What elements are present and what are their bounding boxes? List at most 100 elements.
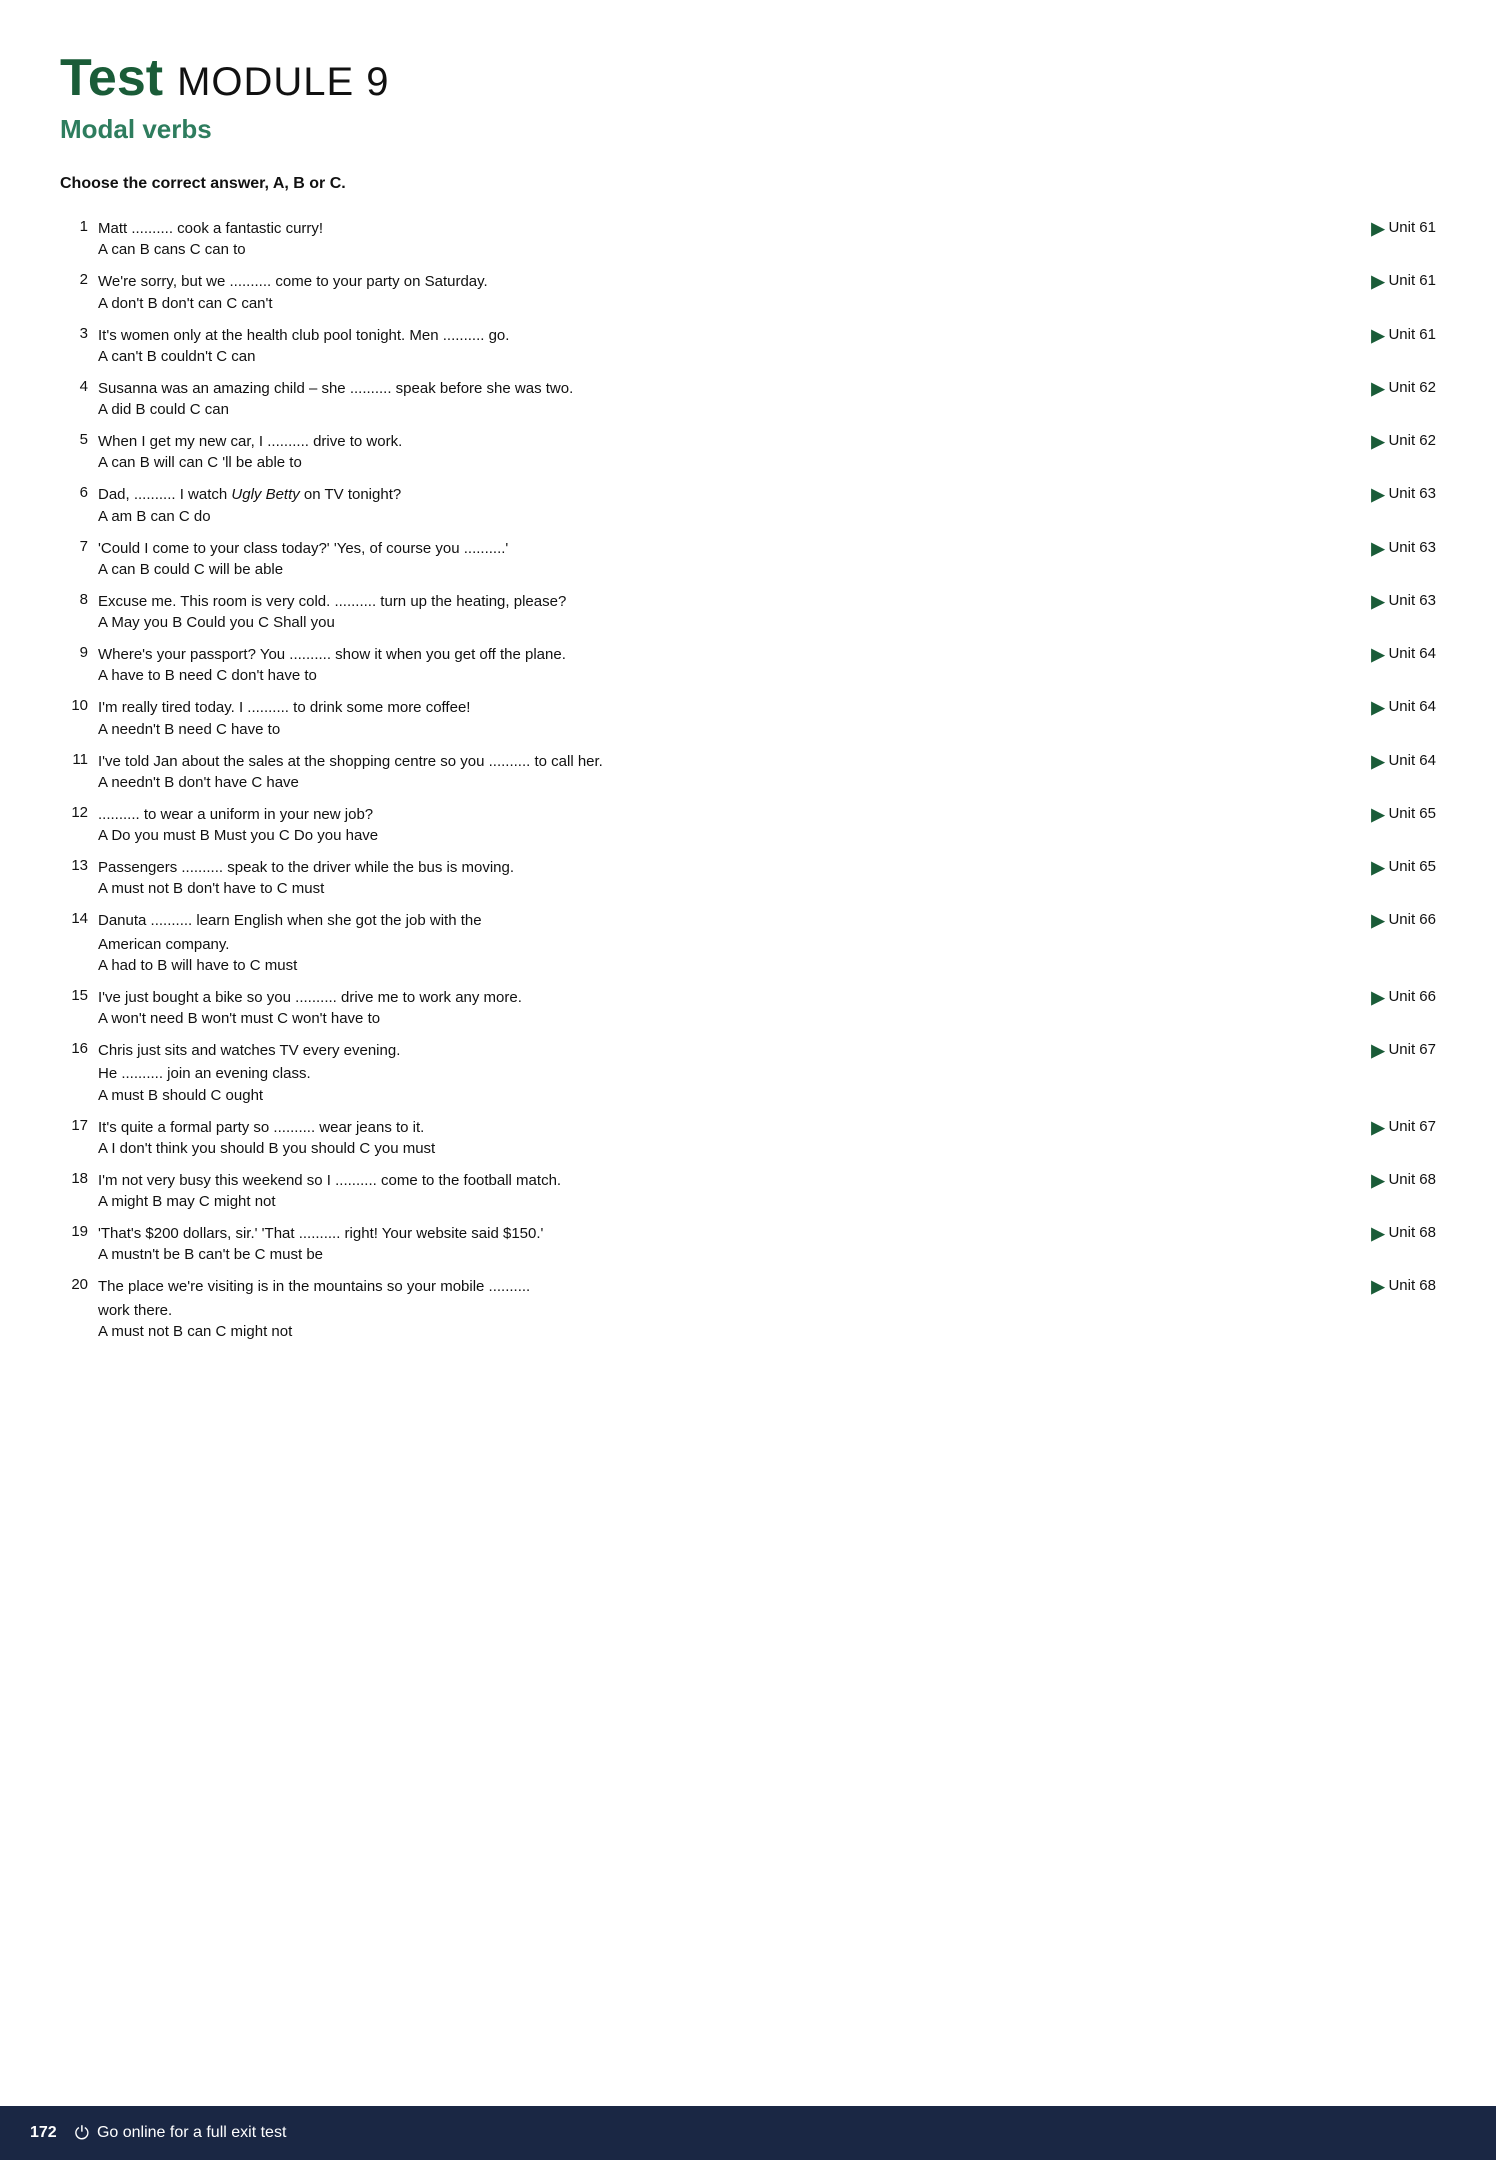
question-number: 8	[60, 590, 88, 637]
question-main-text: Susanna was an amazing child – she .....…	[98, 377, 1271, 400]
question-content: It's quite a formal party so .......... …	[98, 1116, 1271, 1163]
question-number: 13	[60, 856, 88, 903]
arrow-icon: ▶	[1371, 1171, 1384, 1191]
footer-bar: 172 ⏻ Go online for a full exit test	[0, 2106, 1496, 2160]
question-left: 17It's quite a formal party so .........…	[60, 1116, 1271, 1163]
question-content: When I get my new car, I .......... driv…	[98, 430, 1271, 477]
question-main-text: The place we're visiting is in the mount…	[98, 1275, 1271, 1322]
question-block: 4 Susanna was an amazing child – she ....…	[60, 375, 1436, 426]
question-unit-ref: ▶Unit 62	[1271, 430, 1436, 452]
question-block: 3 It's women only at the health club pool…	[60, 322, 1436, 373]
question-main-text: It's women only at the health club pool …	[98, 324, 1271, 347]
question-left: 8 Excuse me. This room is very cold. ....…	[60, 590, 1271, 637]
question-content: 'Could I come to your class today?' 'Yes…	[98, 537, 1271, 584]
question-left: 19'That's $200 dollars, sir.' 'That ....…	[60, 1222, 1271, 1269]
question-main-text: Chris just sits and watches TV every eve…	[98, 1039, 1271, 1086]
question-unit-ref: ▶Unit 68	[1271, 1222, 1436, 1244]
question-number: 14	[60, 909, 88, 980]
question-number: 17	[60, 1116, 88, 1163]
question-main-text: I've just bought a bike so you .........…	[98, 986, 1271, 1009]
question-number: 3	[60, 324, 88, 371]
question-left: 20The place we're visiting is in the mou…	[60, 1275, 1271, 1346]
unit-label: Unit 63	[1388, 485, 1436, 502]
unit-label: Unit 65	[1388, 858, 1436, 875]
instruction: Choose the correct answer, A, B or C.	[60, 175, 1436, 193]
question-block: 2We're sorry, but we .......... come to …	[60, 268, 1436, 319]
question-options: A May you B Could you C Shall you	[98, 614, 1271, 631]
question-left: 1Matt .......... cook a fantastic curry!…	[60, 217, 1271, 264]
question-options: A can B will can C 'll be able to	[98, 454, 1271, 471]
arrow-icon: ▶	[1371, 485, 1384, 505]
arrow-icon: ▶	[1371, 1224, 1384, 1244]
question-number: 11	[60, 750, 88, 797]
question-options: A I don't think you should B you should …	[98, 1140, 1271, 1157]
question-block: 6Dad, .......... I watch Ugly Betty on T…	[60, 481, 1436, 532]
question-options: A can't B couldn't C can	[98, 348, 1271, 365]
power-icon: ⏻	[75, 2123, 89, 2144]
question-left: 2We're sorry, but we .......... come to …	[60, 270, 1271, 317]
arrow-icon: ▶	[1371, 645, 1384, 665]
question-left: 14Danuta .......... learn English when s…	[60, 909, 1271, 980]
question-unit-ref: ▶Unit 66	[1271, 986, 1436, 1008]
question-content: I'm really tired today. I .......... to …	[98, 696, 1271, 743]
question-block: 19'That's $200 dollars, sir.' 'That ....…	[60, 1220, 1436, 1271]
question-options: A must B should C ought	[98, 1087, 1271, 1104]
unit-label: Unit 65	[1388, 805, 1436, 822]
question-block: 7 'Could I come to your class today?' 'Ye…	[60, 535, 1436, 586]
question-block: 8 Excuse me. This room is very cold. ....…	[60, 588, 1436, 639]
question-left: 4 Susanna was an amazing child – she ....…	[60, 377, 1271, 424]
question-number: 7	[60, 537, 88, 584]
question-unit-ref: ▶Unit 68	[1271, 1169, 1436, 1191]
unit-label: Unit 64	[1388, 752, 1436, 769]
unit-label: Unit 68	[1388, 1171, 1436, 1188]
question-options: A must not B don't have to C must	[98, 880, 1271, 897]
unit-label: Unit 64	[1388, 645, 1436, 662]
arrow-icon: ▶	[1371, 272, 1384, 292]
unit-label: Unit 63	[1388, 592, 1436, 609]
question-content: Dad, .......... I watch Ugly Betty on TV…	[98, 483, 1271, 530]
question-options: A must not B can C might not	[98, 1323, 1271, 1340]
question-left: 10I'm really tired today. I .......... t…	[60, 696, 1271, 743]
question-left: 16Chris just sits and watches TV every e…	[60, 1039, 1271, 1110]
question-main-text: Danuta .......... learn English when she…	[98, 909, 1271, 956]
question-block: 17It's quite a formal party so .........…	[60, 1114, 1436, 1165]
unit-label: Unit 63	[1388, 539, 1436, 556]
question-left: 3 It's women only at the health club pool…	[60, 324, 1271, 371]
question-unit-ref: ▶Unit 63	[1271, 483, 1436, 505]
question-main-text: 'Could I come to your class today?' 'Yes…	[98, 537, 1271, 560]
question-content: Susanna was an amazing child – she .....…	[98, 377, 1271, 424]
question-block: 15I've just bought a bike so you .......…	[60, 984, 1436, 1035]
question-number: 19	[60, 1222, 88, 1269]
question-left: 5When I get my new car, I .......... dri…	[60, 430, 1271, 477]
question-unit-ref: ▶Unit 63	[1271, 537, 1436, 559]
question-content: Matt .......... cook a fantastic curry!A…	[98, 217, 1271, 264]
question-content: I'm not very busy this weekend so I ....…	[98, 1169, 1271, 1216]
question-number: 4	[60, 377, 88, 424]
unit-label: Unit 61	[1388, 219, 1436, 236]
arrow-icon: ▶	[1371, 1118, 1384, 1138]
question-main-text: Passengers .......... speak to the drive…	[98, 856, 1271, 879]
unit-label: Unit 68	[1388, 1224, 1436, 1241]
question-number: 2	[60, 270, 88, 317]
question-left: 7 'Could I come to your class today?' 'Ye…	[60, 537, 1271, 584]
question-content: Excuse me. This room is very cold. .....…	[98, 590, 1271, 637]
question-options: A can B could C will be able	[98, 561, 1271, 578]
question-options: A won't need B won't must C won't have t…	[98, 1010, 1271, 1027]
question-content: It's women only at the health club pool …	[98, 324, 1271, 371]
arrow-icon: ▶	[1371, 219, 1384, 239]
question-unit-ref: ▶Unit 61	[1271, 217, 1436, 239]
question-content: Danuta .......... learn English when she…	[98, 909, 1271, 980]
question-left: 15I've just bought a bike so you .......…	[60, 986, 1271, 1033]
title-test: Test	[60, 48, 163, 108]
arrow-icon: ▶	[1371, 1277, 1384, 1297]
question-content: Where's your passport? You .......... sh…	[98, 643, 1271, 690]
question-block: 13 Passengers .......... speak to the dri…	[60, 854, 1436, 905]
footer-text: Go online for a full exit test	[97, 2124, 286, 2142]
question-main-text: Excuse me. This room is very cold. .....…	[98, 590, 1271, 613]
title-line: Test MODULE 9	[60, 48, 1436, 108]
question-block: 9Where's your passport? You .......... s…	[60, 641, 1436, 692]
arrow-icon: ▶	[1371, 379, 1384, 399]
question-options: A needn't B don't have C have	[98, 774, 1271, 791]
arrow-icon: ▶	[1371, 326, 1384, 346]
question-unit-ref: ▶Unit 64	[1271, 696, 1436, 718]
